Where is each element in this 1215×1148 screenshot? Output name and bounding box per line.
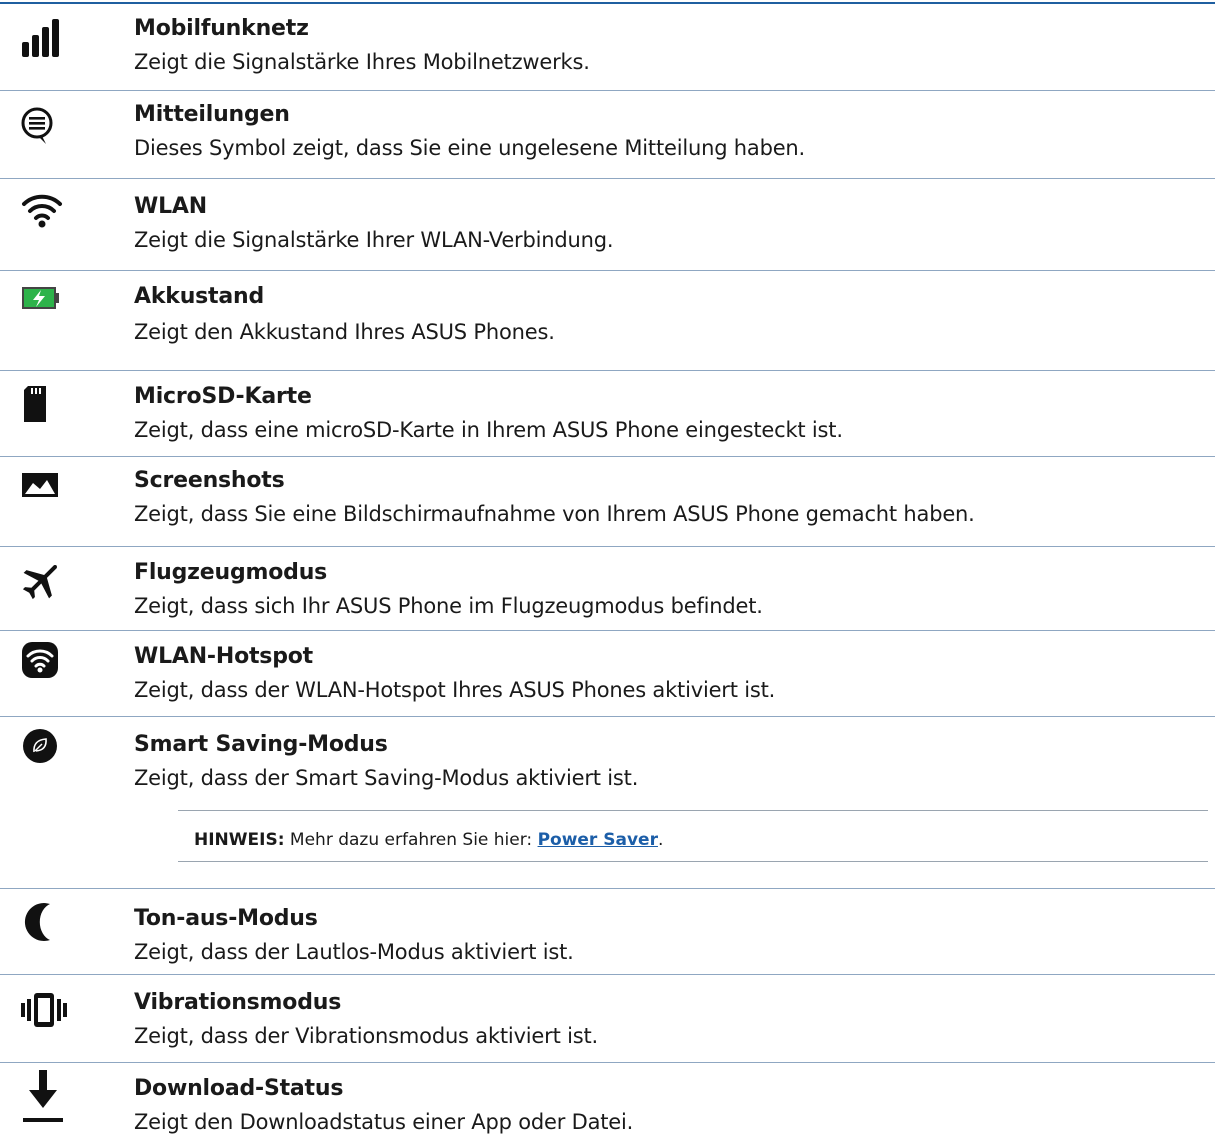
- item-description: Zeigt den Akkustand Ihres ASUS Phones.: [134, 320, 555, 344]
- note-end: .: [657, 830, 664, 850]
- item-description: Zeigt den Downloadstatus einer App oder …: [134, 1110, 634, 1134]
- divider: [0, 974, 1215, 975]
- item-description: Dieses Symbol zeigt, dass Sie eine ungel…: [134, 136, 806, 160]
- power-saver-link[interactable]: Power Saver: [538, 830, 658, 850]
- sd-card-icon: [20, 382, 76, 426]
- download-icon: [20, 1070, 76, 1122]
- battery-charging-icon: [20, 276, 76, 320]
- item-description: Zeigt, dass der WLAN-Hotspot Ihres ASUS …: [134, 678, 776, 702]
- item-title: MicroSD-Karte: [134, 384, 312, 409]
- message-bubble-icon: [20, 104, 76, 148]
- item-title: Vibrationsmodus: [134, 990, 342, 1015]
- item-title: Mobilfunknetz: [134, 16, 309, 41]
- top-rule: [0, 2, 1215, 4]
- divider: [0, 888, 1215, 889]
- item-title: Screenshots: [134, 468, 285, 493]
- divider: [0, 1062, 1215, 1063]
- item-description: Zeigt, dass Sie eine Bildschirmaufnahme …: [134, 502, 975, 526]
- screenshot-icon: [20, 462, 76, 506]
- divider: [0, 370, 1215, 371]
- note-body: Mehr dazu erfahren Sie hier:: [289, 830, 533, 850]
- item-description: Zeigt, dass eine microSD-Karte in Ihrem …: [134, 418, 843, 442]
- signal-bars-icon: [20, 16, 76, 60]
- note-label: HINWEIS:: [194, 830, 285, 850]
- item-description: Zeigt, dass der Lautlos-Modus aktiviert …: [134, 940, 574, 964]
- item-description: Zeigt, dass der Vibrationsmodus aktivier…: [134, 1024, 598, 1048]
- item-title: WLAN-Hotspot: [134, 644, 313, 669]
- divider: [0, 270, 1215, 271]
- divider: [0, 716, 1215, 717]
- divider: [0, 90, 1215, 91]
- item-description: Zeigt die Signalstärke Ihres Mobilnetzwe…: [134, 50, 590, 74]
- item-title: Mitteilungen: [134, 102, 290, 127]
- item-title: Akkustand: [134, 284, 265, 309]
- note-bottom-rule: [178, 861, 1208, 862]
- divider: [0, 456, 1215, 457]
- item-description: Zeigt, dass der Smart Saving-Modus aktiv…: [134, 766, 639, 790]
- airplane-icon: [20, 558, 76, 602]
- divider: [0, 546, 1215, 547]
- note-text: HINWEIS: Mehr dazu erfahren Sie hier: Po…: [194, 830, 663, 850]
- item-title: Ton-aus-Modus: [134, 906, 318, 931]
- moon-icon: [20, 900, 76, 944]
- item-description: Zeigt, dass sich Ihr ASUS Phone im Flugz…: [134, 594, 763, 618]
- vibrate-icon: [20, 988, 76, 1032]
- leaf-icon: [20, 724, 76, 768]
- item-description: Zeigt die Signalstärke Ihrer WLAN-Verbin…: [134, 228, 614, 252]
- item-title: Download-Status: [134, 1076, 344, 1101]
- note-top-rule: [178, 810, 1208, 811]
- item-title: Smart Saving-Modus: [134, 732, 388, 757]
- item-title: Flugzeugmodus: [134, 560, 328, 585]
- wifi-icon: [20, 188, 76, 232]
- item-title: WLAN: [134, 194, 207, 219]
- divider: [0, 630, 1215, 631]
- hotspot-icon: [20, 638, 76, 682]
- divider: [0, 178, 1215, 179]
